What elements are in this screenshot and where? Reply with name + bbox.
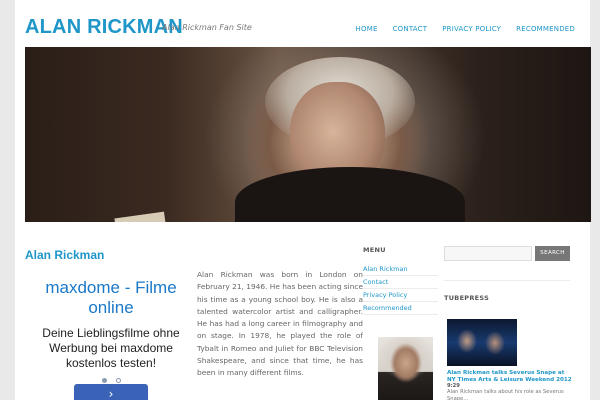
page-title: Alan Rickman <box>25 248 105 262</box>
portrait-image <box>378 337 433 400</box>
nav-item-contact[interactable]: CONTACT <box>393 25 428 33</box>
nav-item-home[interactable]: HOME <box>356 25 378 33</box>
hero-book-shape <box>114 211 166 222</box>
site-tagline: Alan Rickman Fan Site <box>162 23 252 32</box>
menu-list: Alan Rickman Contact Privacy Policy Reco… <box>363 263 438 315</box>
menu-item-privacy-policy[interactable]: Privacy Policy <box>363 289 438 302</box>
main-navigation: HOME CONTACT PRIVACY POLICY RECOMMENDED <box>356 25 575 33</box>
ad-heading[interactable]: maxdome - Filme online <box>25 278 197 318</box>
search-input[interactable] <box>444 246 532 261</box>
tubepress-widget-title: TUBEPRESS <box>444 294 490 302</box>
menu-item-contact[interactable]: Contact <box>363 276 438 289</box>
ad-dot-2[interactable] <box>115 378 121 383</box>
ad-dot-1[interactable] <box>101 378 107 383</box>
nav-item-recommended[interactable]: RECOMMENDED <box>516 25 575 33</box>
menu-item-alan-rickman[interactable]: Alan Rickman <box>363 263 438 276</box>
article-body: Alan Rickman was born in London on Febru… <box>197 270 363 378</box>
ad-banner[interactable]: maxdome - Filme online Deine Lieblingsfi… <box>25 268 197 400</box>
tubepress-widget: TUBEPRESS Alan Rickman talks Severus Sna… <box>444 294 574 400</box>
ad-next-button[interactable]: › <box>74 384 148 400</box>
page-wrapper: ALAN RICKMAN Alan Rickman Fan Site HOME … <box>15 0 591 400</box>
menu-widget: MENU Alan Rickman Contact Privacy Policy… <box>363 246 438 315</box>
search-button[interactable]: SEARCH <box>535 246 570 261</box>
nav-item-privacy-policy[interactable]: PRIVACY POLICY <box>442 25 501 33</box>
site-title[interactable]: ALAN RICKMAN <box>25 16 183 39</box>
video-title-link[interactable]: Alan Rickman talks Severus Snape at NY T… <box>447 370 573 383</box>
ad-pagination <box>25 378 197 383</box>
header-image <box>25 47 591 222</box>
widget-divider <box>444 280 570 281</box>
video-thumbnail[interactable] <box>447 319 517 366</box>
chevron-right-icon: › <box>108 387 114 400</box>
hero-coat-shape <box>235 167 465 222</box>
menu-item-recommended[interactable]: Recommended <box>363 302 438 315</box>
menu-widget-title: MENU <box>363 246 386 254</box>
video-description: Alan Rickman talks about his role as Sev… <box>447 389 564 400</box>
ad-text: Deine Lieblingsfilme ohne Werbung bei ma… <box>42 326 180 370</box>
